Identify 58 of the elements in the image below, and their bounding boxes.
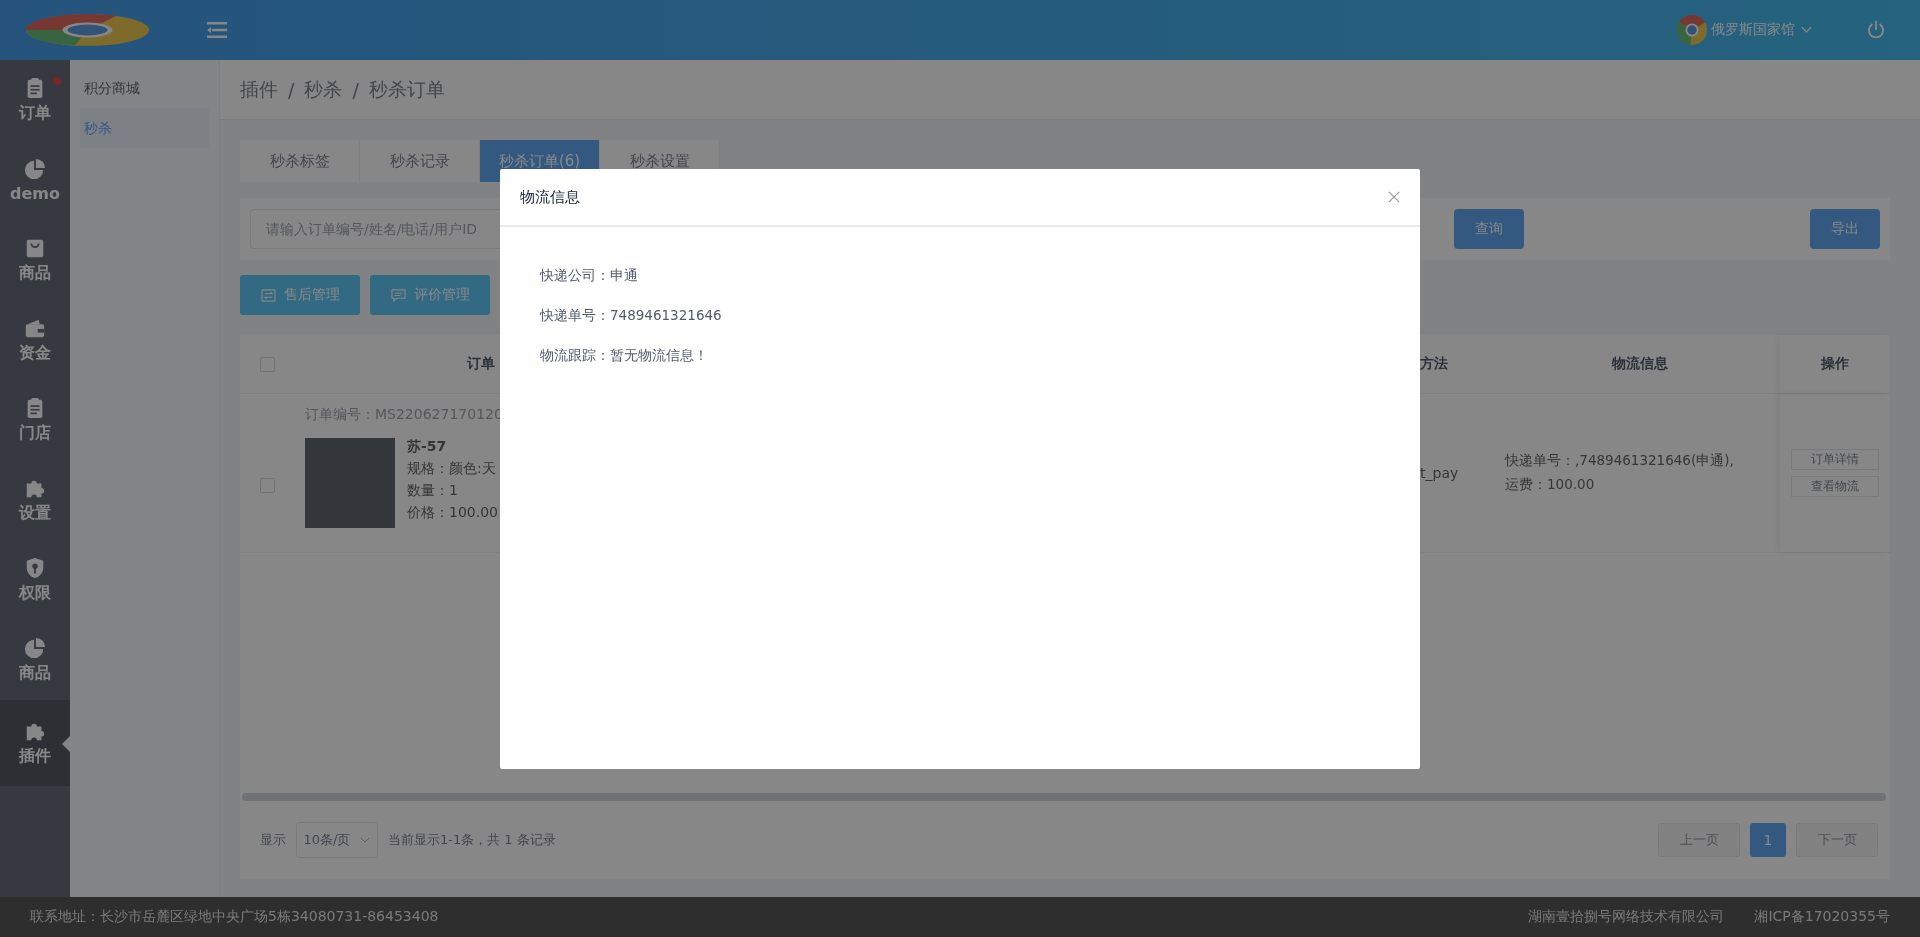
breadcrumb-item[interactable]: 秒杀 [304,76,343,103]
column-header: 操作 [1821,355,1849,373]
info-line: 快递公司：申通 [540,267,638,285]
shield-key-icon [24,556,46,579]
caret-icon [1801,26,1812,34]
page-number-button[interactable]: 1 [1750,823,1786,857]
round-logo-icon [1677,15,1707,45]
product-quantity: 数量：1 [407,482,459,500]
breadcrumb-item: 秒杀订单 [368,76,445,102]
close-icon[interactable] [1388,191,1400,203]
caret-icon [360,837,371,843]
record-summary: 当前显示1-1条，共 1 条记录 [388,831,556,849]
nav-item[interactable]: 设置 [0,460,70,540]
user-menu[interactable]: 俄罗斯国家馆 [1707,21,1816,39]
breadcrumb-item[interactable]: 插件 [240,76,278,103]
nav-item[interactable]: 商品 [0,620,70,700]
contact-address: 联系地址：长沙市岳麓区绿地中央广场5栋34080731-86453408 [30,908,439,926]
breadcrumb-separator: / [352,78,359,101]
comment-icon [390,288,406,302]
row-action-button[interactable]: 订单详情 [1791,449,1879,470]
pie-chart-icon [24,636,46,659]
product-spec: 规格：颜色:天 [407,460,497,478]
submenu-item[interactable]: 秒杀 [80,108,209,148]
info-line: 快递单号：7489461321646 [540,307,722,325]
export-button[interactable]: 导出 [1810,209,1880,249]
page-size-label: 显示 [260,831,286,849]
pie-chart-icon [24,157,46,180]
info-line: 物流跟踪：暂无物流信息！ [540,347,708,365]
submenu-item[interactable]: 积分商城 [80,68,209,108]
nav-item[interactable]: demo [0,140,70,220]
tab[interactable]: 秒杀记录 [360,140,480,182]
table-cell: t_pay [1420,465,1459,481]
action-button[interactable]: 售后管理 [240,275,360,315]
nav-item[interactable]: 资金 [0,300,70,380]
power-icon[interactable] [1866,20,1886,40]
page-size-select[interactable]: 10条/页 [296,822,378,858]
nav-item[interactable]: 订单 [0,60,70,140]
query-button[interactable]: 查询 [1454,209,1524,249]
column-header: 物流信息 [1612,355,1668,373]
logistics-text: 运费：100.00 [1505,476,1596,494]
exchange-icon [260,288,276,302]
dialog-title: 物流信息 [520,187,580,207]
action-button[interactable]: 评价管理 [370,275,490,315]
row-action-button[interactable]: 查看物流 [1791,476,1879,497]
menu-icon[interactable] [207,22,227,38]
icp-number[interactable]: 湘ICP备17020355号 [1754,908,1890,926]
nav-item[interactable]: 商品 [0,220,70,300]
product-price: 价格：100.00 [407,504,498,522]
nav-item[interactable]: 权限 [0,540,70,620]
column-header: 方法 [1420,355,1448,373]
breadcrumb-separator: / [288,78,295,101]
logistics-text: 快递单号：,7489461321646(申通), [1505,452,1734,470]
nav-item[interactable]: 门店 [0,380,70,460]
product-name: 苏-57 [407,438,448,456]
tab[interactable]: 秒杀标签 [240,140,360,182]
column-header: 订单 [467,355,495,373]
nav-item[interactable]: 插件 [0,700,70,786]
company-name: 湖南壹拾捌号网络技术有限公司 [1528,908,1725,926]
